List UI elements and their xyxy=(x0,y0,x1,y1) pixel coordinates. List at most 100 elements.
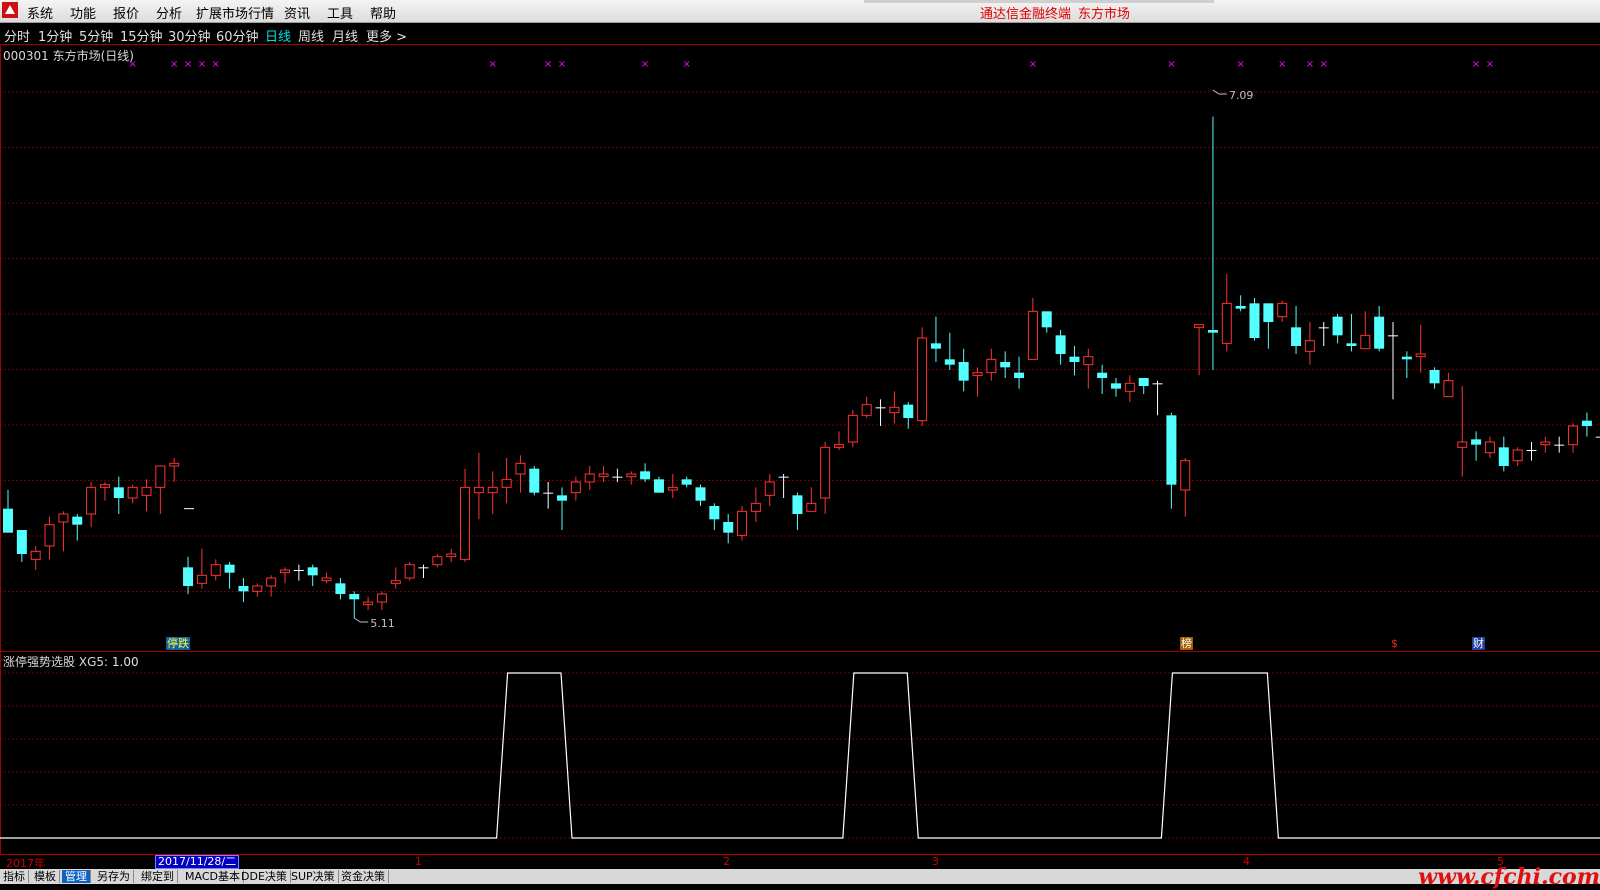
low-price-label: 5.11 xyxy=(370,617,395,630)
signal-marker: × xyxy=(170,59,178,70)
candle-body-up xyxy=(321,577,332,582)
tf-weekly[interactable]: 周线 xyxy=(298,26,324,45)
candle-body-up xyxy=(252,585,263,592)
tf-30min[interactable]: 30分钟 xyxy=(168,26,211,45)
tf-monthly[interactable]: 月线 xyxy=(332,26,358,45)
signal-marker: × xyxy=(1486,59,1494,70)
candle-body-up xyxy=(1360,334,1371,350)
signal-marker: × xyxy=(198,59,206,70)
candle-body-up xyxy=(889,406,900,414)
candle-body-up xyxy=(460,486,471,560)
low-pointer xyxy=(353,617,369,623)
candle-body-down xyxy=(183,567,194,586)
badge-dollar[interactable]: $ xyxy=(1390,637,1399,650)
date-month-1: 1 xyxy=(415,855,422,868)
candle-body-up xyxy=(986,358,997,374)
tf-60min[interactable]: 60分钟 xyxy=(216,26,259,45)
candle-body-up xyxy=(127,486,138,499)
menu-system[interactable]: 系统 xyxy=(27,3,53,22)
candle-body-down xyxy=(1166,415,1177,485)
candle-body-up xyxy=(972,372,983,376)
badge-rank[interactable]: 榜 xyxy=(1180,637,1193,650)
candle-body-up xyxy=(1180,460,1191,491)
indicator-tab-bar: 指标 模板 管理 另存为 绑定到 MACD基本 DDE决策 SUP决策 资金决策 xyxy=(0,869,1600,884)
candle-body-down xyxy=(1498,447,1509,466)
candle-body-up xyxy=(806,502,817,512)
tf-daily[interactable]: 日线 xyxy=(265,26,291,45)
candle-body-up xyxy=(1083,356,1094,366)
candle-body-flat xyxy=(1554,444,1565,446)
candle-body-up xyxy=(487,486,498,494)
candle-body-down xyxy=(238,586,249,592)
terminal-title: 通达信金融终端 xyxy=(980,7,1072,22)
tab-save-as[interactable]: 另存为 xyxy=(94,870,134,883)
candle-body-down xyxy=(1581,420,1592,426)
candle-body-up xyxy=(432,556,443,566)
tab-macd[interactable]: MACD基本 xyxy=(182,870,244,883)
chart-title: 000301 东方市场(日线) xyxy=(3,49,134,63)
menu-analysis[interactable]: 分析 xyxy=(156,3,182,22)
tab-template[interactable]: 模板 xyxy=(31,870,60,883)
candle-body-up xyxy=(210,564,221,576)
candle-body-down xyxy=(1111,383,1121,389)
candle-body-up xyxy=(598,473,609,478)
tab-indicator[interactable]: 指标 xyxy=(0,870,29,883)
date-month-3: 3 xyxy=(932,855,939,868)
candle-body-up xyxy=(750,502,761,512)
menu-tools[interactable]: 工具 xyxy=(327,3,353,22)
tab-manage[interactable]: 管理 xyxy=(62,870,91,883)
candle-body-up xyxy=(155,465,166,488)
candle-body-down xyxy=(335,583,346,594)
candle-body-down xyxy=(944,359,955,365)
tf-1min[interactable]: 1分钟 xyxy=(38,26,72,45)
candle-body-up xyxy=(86,486,97,515)
candle-body-flat xyxy=(293,570,304,571)
tab-dde[interactable]: DDE决策 xyxy=(238,870,291,883)
signal-marker: × xyxy=(641,59,649,70)
menu-extended-market[interactable]: 扩展市场行情 xyxy=(196,3,274,22)
candle-body-up xyxy=(376,593,387,603)
signal-marker: × xyxy=(544,59,552,70)
candle-body-up xyxy=(584,473,595,483)
candle-body-up xyxy=(667,486,678,491)
signal-marker: × xyxy=(212,59,220,70)
indicator-chart[interactable] xyxy=(0,650,1600,854)
candle-body-up xyxy=(1277,302,1288,318)
candle-body-down xyxy=(349,594,360,600)
candle-body-up xyxy=(737,510,748,536)
tf-more[interactable]: 更多 > xyxy=(366,26,407,45)
tf-15min[interactable]: 15分钟 xyxy=(120,26,163,45)
tab-bind-to[interactable]: 绑定到 xyxy=(138,870,178,883)
watermark: www.cfchi.com xyxy=(1418,864,1600,890)
indicator-title: 涨停强势选股 XG5: 1.00 xyxy=(3,653,139,670)
indicator-key: XG5: xyxy=(78,655,109,669)
badge-limit[interactable]: 停跌 xyxy=(166,637,190,650)
badge-finance[interactable]: 财 xyxy=(1472,637,1485,650)
candlestick-chart[interactable]: × × × × × × × × × × × × × × × × × ×7.095.11 xyxy=(0,45,1600,651)
candle-body-up xyxy=(169,462,180,467)
signal-marker: × xyxy=(1306,59,1314,70)
tf-5min[interactable]: 5分钟 xyxy=(79,26,113,45)
menu-quote[interactable]: 报价 xyxy=(113,3,139,22)
candle-body-down xyxy=(113,487,124,498)
tab-capital[interactable]: 资金决策 xyxy=(338,870,389,883)
candle-body-down xyxy=(1401,356,1412,360)
candle-body-flat xyxy=(1318,327,1329,329)
menu-help[interactable]: 帮助 xyxy=(370,3,396,22)
tf-intraday[interactable]: 分时 xyxy=(4,26,30,45)
menu-function[interactable]: 功能 xyxy=(70,3,96,22)
candle-body-down xyxy=(1374,316,1385,349)
candle-body-down xyxy=(1014,372,1025,378)
candle-body-down xyxy=(681,479,692,485)
candle-body-flat xyxy=(1152,383,1163,385)
candle-body-up xyxy=(515,462,526,475)
candle-body-down xyxy=(903,404,914,418)
candle-body-flat xyxy=(1388,335,1398,337)
tab-sup[interactable]: SUP决策 xyxy=(288,870,339,883)
menu-news[interactable]: 资讯 xyxy=(284,3,310,22)
candle-body-down xyxy=(1429,370,1440,384)
indicator-name: 涨停强势选股 xyxy=(3,655,76,669)
app-logo-icon xyxy=(2,2,18,18)
candle-body-up xyxy=(1512,449,1523,462)
candle-body-down xyxy=(529,468,540,493)
